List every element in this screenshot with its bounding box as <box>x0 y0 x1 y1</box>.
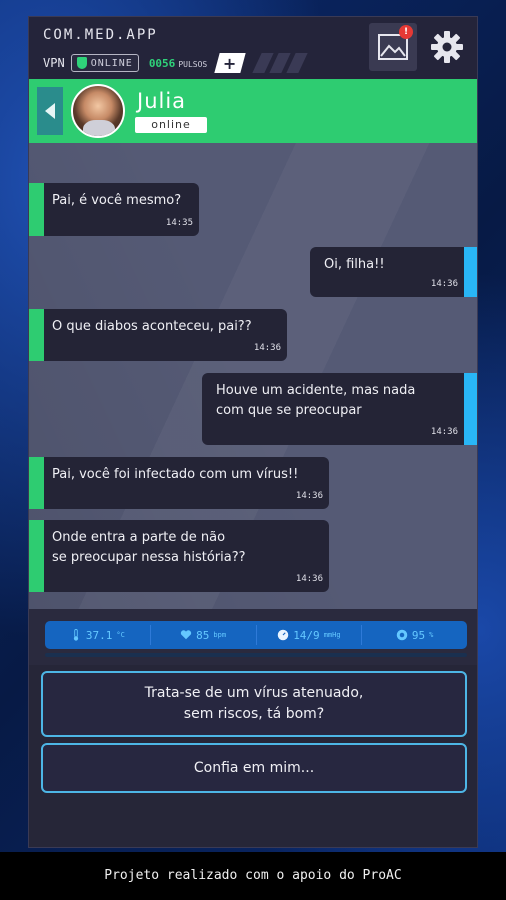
message-text: O que diabos aconteceu, pai?? <box>52 319 252 334</box>
plus-icon: + <box>223 53 237 73</box>
oxygen-unit: % <box>429 631 434 639</box>
top-status-bar: COM.MED.APP VPN ONLINE 0056 PULSOS + ! <box>29 17 477 79</box>
message-text: Oi, filha!! <box>324 257 385 272</box>
vpn-label: VPN <box>43 56 65 70</box>
pressure-vital: 14/9 mmHg <box>257 625 363 645</box>
contact-name: Julia <box>137 89 187 113</box>
reply-option-button[interactable]: Confia em mim... <box>41 743 467 793</box>
message-time: 14:36 <box>430 279 458 289</box>
reply-option-button[interactable]: Trata-se de um vírus atenuado, sem risco… <box>41 671 467 737</box>
phone-screen: COM.MED.APP VPN ONLINE 0056 PULSOS + ! J… <box>28 16 478 848</box>
vitals-bar: 37.1 °C 85 bpm 14/9 mmHg 95% <box>45 621 467 649</box>
message-text: Pai, é você mesmo? <box>52 193 182 208</box>
message-text: Onde entra a parte de não se preocupar n… <box>52 530 246 565</box>
decorative-stripes <box>252 53 308 73</box>
gear-icon <box>431 31 463 63</box>
message-time: 14:36 <box>295 491 323 501</box>
oxygen-vital: 95% <box>362 625 467 645</box>
message-incoming: Pai, você foi infectado com um vírus!! 1… <box>29 457 329 509</box>
heart-rate-unit: bpm <box>213 631 227 639</box>
vitals-divider <box>45 653 467 657</box>
thermometer-icon <box>73 629 79 641</box>
back-arrow-icon <box>45 103 55 119</box>
reply-option-text: Confia em mim... <box>193 759 315 776</box>
message-incoming: Onde entra a parte de não se preocupar n… <box>29 520 329 592</box>
chat-area[interactable]: Pai, é você mesmo? 14:35 Oi, filha!! 14:… <box>29 143 477 609</box>
oxygen-value: 95 <box>411 628 426 642</box>
vpn-status: VPN ONLINE 0056 PULSOS + <box>43 53 308 73</box>
settings-button[interactable] <box>425 23 469 71</box>
message-text: Pai, você foi infectado com um vírus!! <box>52 467 299 482</box>
gauge-icon <box>277 629 289 641</box>
heart-icon <box>181 630 192 640</box>
message-time: 14:36 <box>295 574 323 584</box>
reply-option-text: Trata-se de um vírus atenuado, sem risco… <box>144 685 364 722</box>
vitals-panel: 37.1 °C 85 bpm 14/9 mmHg 95% <box>29 609 477 665</box>
message-incoming: Pai, é você mesmo? 14:35 <box>29 183 199 236</box>
message-time: 14:36 <box>253 343 281 353</box>
online-text: ONLINE <box>90 57 133 69</box>
pulsos-label: PULSOS <box>178 59 208 69</box>
contact-header: Julia online <box>29 79 477 143</box>
back-button[interactable] <box>37 87 63 135</box>
message-outgoing: Houve um acidente, mas nada com que se p… <box>202 373 477 445</box>
message-time: 14:36 <box>430 427 458 437</box>
shield-icon <box>76 57 87 69</box>
message-outgoing: Oi, filha!! 14:36 <box>310 247 477 297</box>
heart-rate-vital: 85 bpm <box>151 625 257 645</box>
temperature-vital: 37.1 °C <box>45 625 151 645</box>
app-title: COM.MED.APP <box>43 27 158 43</box>
message-text: Houve um acidente, mas nada com que se p… <box>216 383 416 418</box>
heart-rate-value: 85 <box>196 628 210 642</box>
temperature-unit: °C <box>116 631 125 639</box>
avatar[interactable] <box>71 84 125 138</box>
add-pulsos-button[interactable]: + <box>214 53 246 73</box>
contact-status: online <box>135 117 207 133</box>
message-incoming: O que diabos aconteceu, pai?? 14:36 <box>29 309 287 361</box>
gallery-button[interactable]: ! <box>369 23 417 71</box>
temperature-value: 37.1 <box>85 628 113 642</box>
message-time: 14:35 <box>165 218 193 228</box>
notification-badge: ! <box>399 25 413 39</box>
reply-options: Trata-se de um vírus atenuado, sem risco… <box>29 665 477 847</box>
pressure-value: 14/9 <box>293 628 320 642</box>
oxygen-icon <box>396 629 408 641</box>
online-indicator: ONLINE <box>70 54 139 72</box>
pulsos-counter: 0056 PULSOS <box>149 57 207 70</box>
pulsos-value: 0056 <box>148 56 176 70</box>
footer-credits: Projeto realizado com o apoio do ProAC <box>0 852 506 900</box>
pressure-unit: mmHg <box>323 631 341 639</box>
